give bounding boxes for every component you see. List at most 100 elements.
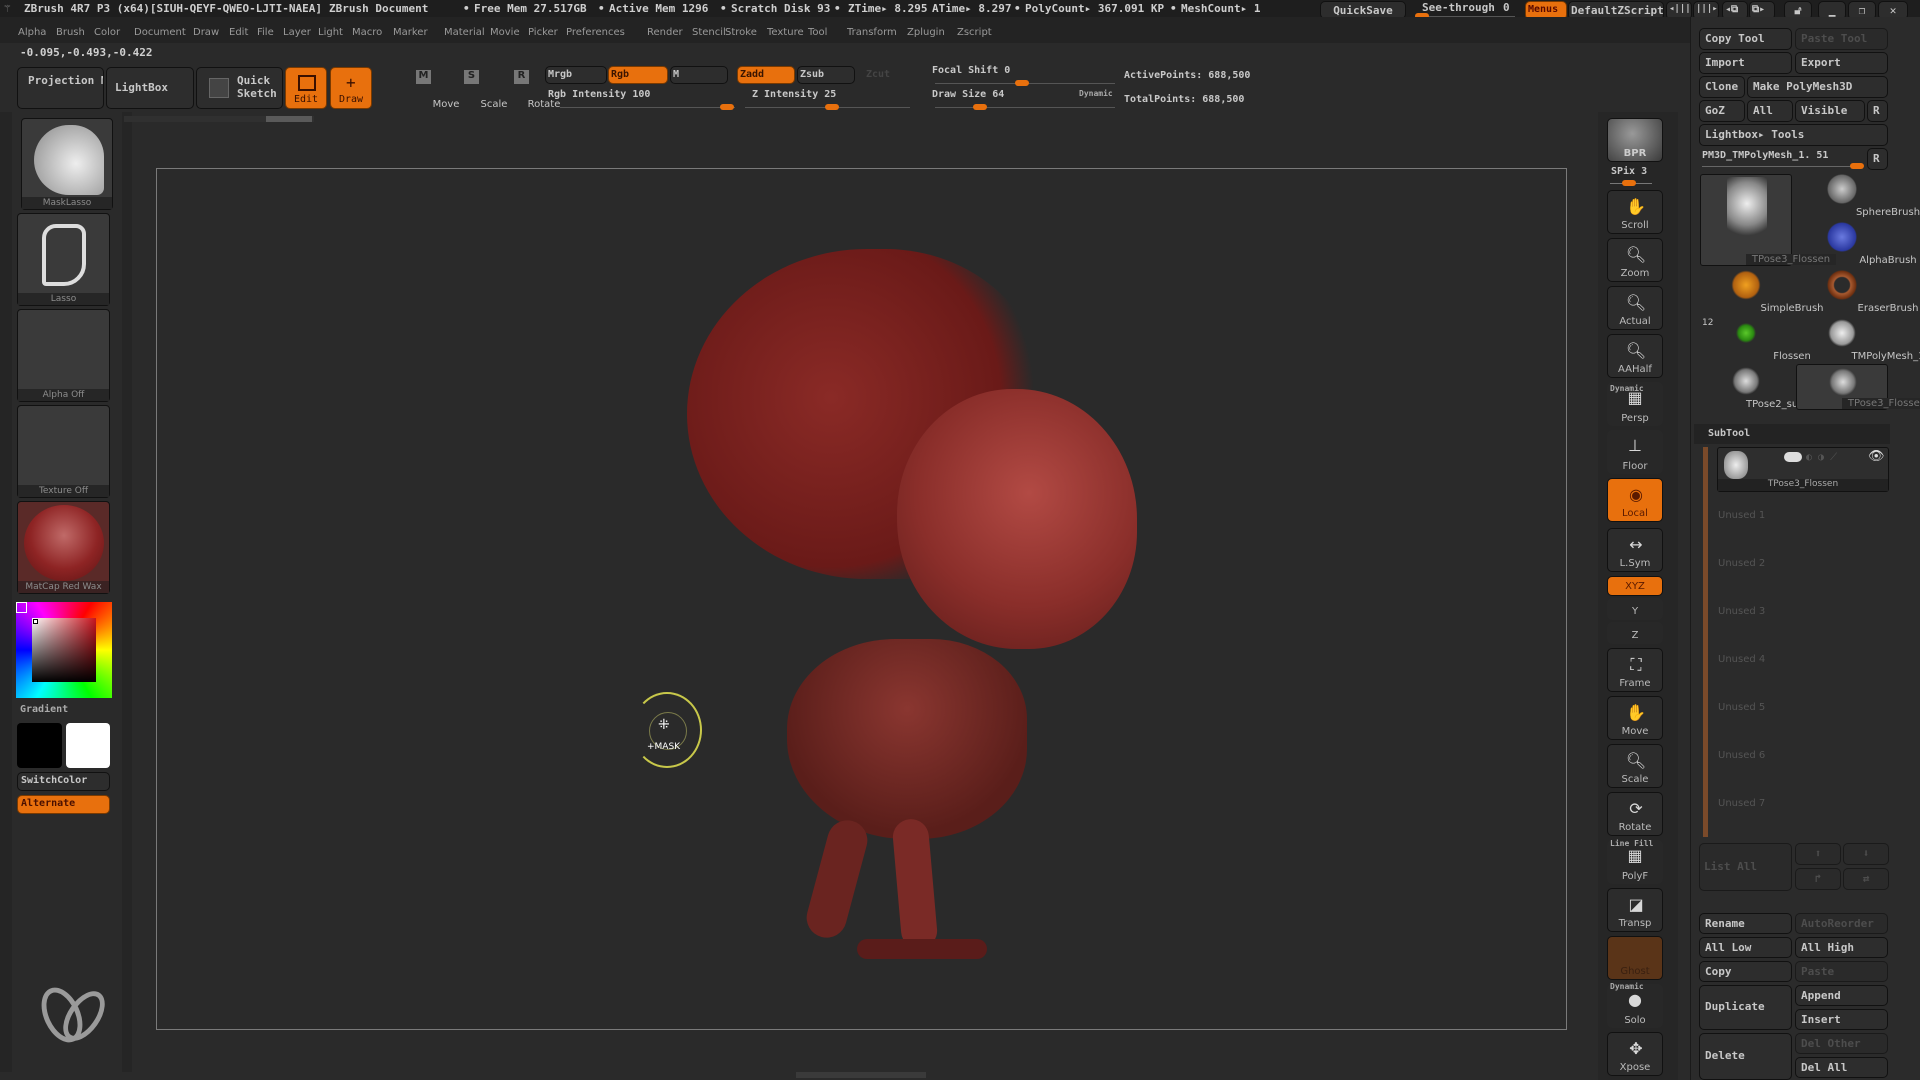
bottom-tray-handle[interactable] <box>796 1072 926 1078</box>
menu-draw[interactable]: Draw <box>193 27 219 38</box>
xyz-button[interactable]: XYZ <box>1607 576 1663 596</box>
goz-visible-button[interactable]: Visible <box>1795 100 1865 122</box>
tool-item-tpose3-flossen[interactable]: TPose3_Flossen <box>1700 174 1836 266</box>
xpose-button[interactable]: ✥ Xpose <box>1607 1032 1663 1076</box>
menu-stroke[interactable]: Stroke <box>725 27 757 38</box>
tool-item-alphabrush[interactable]: AlphaBrush <box>1796 220 1917 266</box>
subtool-unused-slot[interactable]: Unused 6 <box>1718 750 1765 761</box>
list-all-button[interactable]: List All <box>1699 843 1792 891</box>
tool-item-tmpolymesh-1[interactable]: TMPolyMesh_1 <box>1796 316 1920 362</box>
draw-size-slider[interactable] <box>935 104 1115 110</box>
lightbox-tools-button[interactable]: Lightbox▸ Tools <box>1699 124 1888 146</box>
scale-button[interactable]: S Scale <box>446 68 507 110</box>
export-button[interactable]: Export <box>1795 52 1888 74</box>
stroke-selector[interactable]: Lasso <box>17 213 110 306</box>
alpha-selector[interactable]: Alpha Off <box>17 309 110 402</box>
menu-brush[interactable]: Brush <box>56 27 85 38</box>
rgb-intensity-slider[interactable] <box>560 104 735 110</box>
lsym-button[interactable]: ↔ L.Sym <box>1607 528 1663 572</box>
visibility-eye-icon[interactable]: 👁︎ <box>1868 449 1885 464</box>
subtool-unused-slot[interactable]: Unused 1 <box>1718 510 1765 521</box>
floor-button[interactable]: ⊥ Floor <box>1607 430 1663 474</box>
menu-layer[interactable]: Layer <box>283 27 311 38</box>
append-button[interactable]: Append <box>1795 985 1888 1006</box>
tool-slider[interactable] <box>1702 163 1864 169</box>
tool-item-spherebrush[interactable]: SphereBrush <box>1796 172 1920 218</box>
copy-tool-button[interactable]: Copy Tool <box>1699 28 1792 50</box>
switch-color-button[interactable]: SwitchColor <box>17 772 110 791</box>
mrgb-button[interactable]: Mrgb <box>545 66 607 84</box>
polypaint-toggle-icon[interactable] <box>1784 452 1802 462</box>
all-low-button[interactable]: All Low <box>1699 937 1792 958</box>
lightbox-button[interactable]: LightBox <box>106 67 194 109</box>
del-other-button[interactable]: Del Other <box>1795 1033 1888 1054</box>
aahalf-button[interactable]: 🔍︎ AAHalf <box>1607 334 1663 378</box>
move-down-icon[interactable]: ⬇ <box>1843 843 1889 865</box>
y-button[interactable]: Y <box>1607 598 1663 620</box>
make-polymesh3d-button[interactable]: Make PolyMesh3D <box>1747 76 1888 98</box>
subtool-unused-slot[interactable]: Unused 4 <box>1718 654 1765 665</box>
bpr-button[interactable]: BPR <box>1607 118 1663 162</box>
z-intensity-slider[interactable] <box>745 104 910 110</box>
paste-tool-button[interactable]: Paste Tool <box>1795 28 1888 50</box>
ghost-button[interactable]: Ghost <box>1607 936 1663 980</box>
tool-item-tpose3-flossen[interactable]: TPose3_Flossen <box>1796 364 1920 410</box>
auto-reorder-button[interactable]: AutoReorder <box>1795 913 1888 934</box>
menu-document[interactable]: Document <box>134 27 186 38</box>
zoom-button[interactable]: 🔍︎ Zoom <box>1607 238 1663 282</box>
scroll-button[interactable]: ✋ Scroll <box>1607 190 1663 234</box>
zadd-button[interactable]: Zadd <box>737 66 795 84</box>
secondary-color-swatch[interactable] <box>17 723 62 768</box>
menu-picker[interactable]: Picker <box>528 27 558 38</box>
zsub-button[interactable]: Zsub <box>797 66 855 84</box>
menu-transform[interactable]: Transform <box>847 27 897 38</box>
menu-edit[interactable]: Edit <box>229 27 248 38</box>
zcut-button[interactable]: Zcut <box>866 69 890 80</box>
goz-r-button[interactable]: R <box>1867 100 1888 122</box>
copy-button[interactable]: Copy <box>1699 961 1792 982</box>
tool-r-button[interactable]: R <box>1867 148 1888 170</box>
primary-color-swatch[interactable] <box>66 723 110 768</box>
menu-alpha[interactable]: Alpha <box>18 27 46 38</box>
move-button[interactable]: M Move <box>398 68 459 110</box>
tool-item-flossen[interactable]: Flossen 12 <box>1700 316 1811 362</box>
clone-button[interactable]: Clone <box>1699 76 1745 98</box>
local-button[interactable]: ◉ Local <box>1607 478 1663 522</box>
move-up-icon[interactable]: ⬆ <box>1795 843 1841 865</box>
swap-arrow-icon[interactable]: ⇄ <box>1843 868 1889 890</box>
menu-texture[interactable]: Texture <box>767 27 804 38</box>
del-all-button[interactable]: Del All <box>1795 1057 1888 1078</box>
tool-item-tpose2-super-hero[interactable]: TPose2_super_hero <box>1700 364 1842 410</box>
scale-button[interactable]: 🔍︎ Scale <box>1607 744 1663 788</box>
color-picker-cursor[interactable] <box>33 619 38 624</box>
menu-light[interactable]: Light <box>318 27 343 38</box>
rotate-button[interactable]: ⟳ Rotate <box>1607 792 1663 836</box>
move-button[interactable]: ✋ Move <box>1607 696 1663 740</box>
top-scrollbar[interactable] <box>124 116 314 122</box>
duplicate-button[interactable]: Duplicate <box>1699 985 1792 1030</box>
import-button[interactable]: Import <box>1699 52 1792 74</box>
all-high-button[interactable]: All High <box>1795 937 1888 958</box>
m-button[interactable]: M <box>670 66 728 84</box>
focal-shift-slider[interactable] <box>935 80 1115 86</box>
menu-preferences[interactable]: Preferences <box>566 27 625 38</box>
menu-material[interactable]: Material <box>444 27 485 38</box>
texture-selector[interactable]: Texture Off <box>17 405 110 498</box>
menu-render[interactable]: Render <box>647 27 683 38</box>
delete-button[interactable]: Delete <box>1699 1033 1792 1080</box>
edit-button[interactable]: Edit <box>285 67 327 109</box>
projection-master-button[interactable]: Projection Master <box>17 67 104 109</box>
goz-all-button[interactable]: All <box>1747 100 1793 122</box>
subtool-unused-slot[interactable]: Unused 2 <box>1718 558 1765 569</box>
menu-zplugin[interactable]: Zplugin <box>907 27 945 38</box>
quick-sketch-button[interactable]: Quick Sketch <box>196 67 283 109</box>
menu-file[interactable]: File <box>257 27 274 38</box>
menu-zscript[interactable]: Zscript <box>957 27 992 38</box>
subtool-active-item[interactable]: ◐ ◑ ⟋ 👁︎ TPose3_Flossen <box>1717 447 1889 492</box>
gradient-toggle[interactable]: Gradient <box>20 704 68 715</box>
rgb-button[interactable]: Rgb <box>608 66 668 84</box>
rotate-button[interactable]: R Rotate <box>496 68 560 110</box>
material-selector[interactable]: MatCap Red Wax <box>17 501 110 594</box>
main-color-swatch[interactable] <box>16 602 27 613</box>
actual-button[interactable]: 🔍︎ Actual <box>1607 286 1663 330</box>
